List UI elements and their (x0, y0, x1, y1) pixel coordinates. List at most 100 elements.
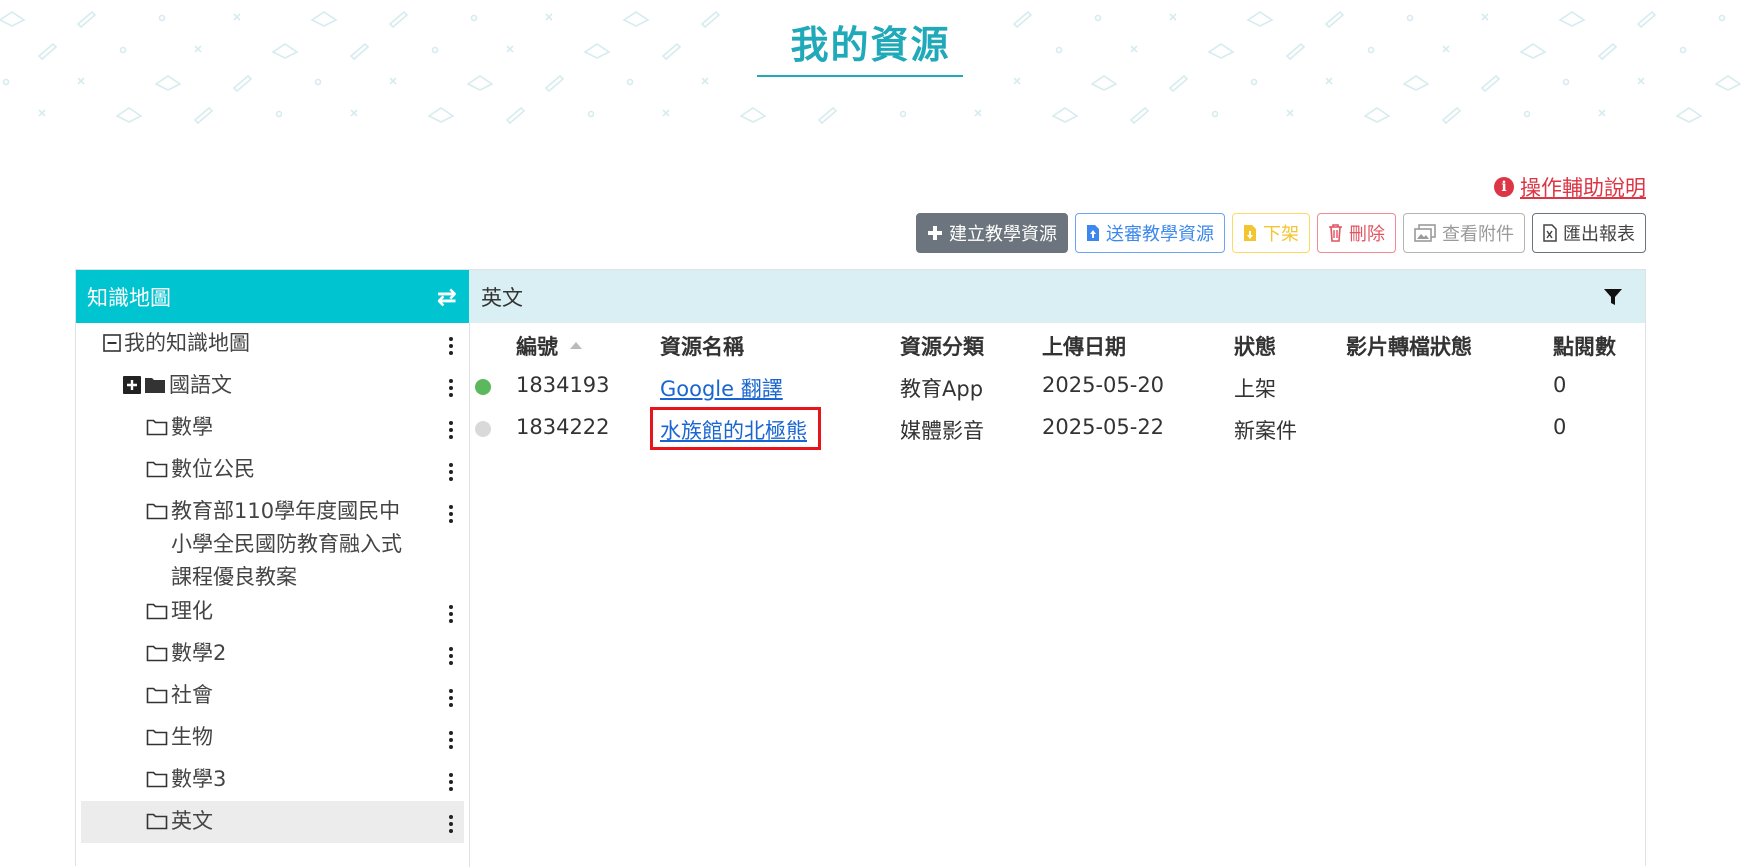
tree-item-physics-chemistry[interactable]: 理化 (81, 591, 464, 633)
column-header-video[interactable]: 影片轉檔狀態 (1346, 331, 1472, 361)
title-underline (757, 75, 963, 77)
tree-item-biology[interactable]: 生物 (81, 717, 464, 759)
submit-review-label: 送審教學資源 (1106, 224, 1214, 245)
create-resource-label: 建立教學資源 (949, 224, 1057, 245)
cell-views: 0 (1553, 415, 1567, 439)
tree-item-label: 英文 (171, 809, 213, 833)
collapse-icon[interactable] (103, 334, 121, 352)
cell-id: 1834222 (516, 415, 610, 439)
knowledge-map-header: 知識地圖 ⇄ (76, 270, 469, 323)
column-header-id-label: 編號 (516, 335, 558, 359)
status-dot (475, 421, 491, 437)
cell-status: 上架 (1234, 377, 1276, 401)
more-icon[interactable] (443, 501, 459, 527)
knowledge-map-title: 知識地圖 (87, 285, 171, 310)
cell-type: 媒體影音 (900, 419, 984, 443)
tree-item-label: 國語文 (169, 373, 232, 397)
resource-link[interactable]: Google 翻譯 (660, 373, 783, 403)
info-icon: i (1494, 177, 1514, 197)
folder-icon (146, 503, 168, 520)
more-icon[interactable] (443, 769, 459, 795)
tree-item-math3[interactable]: 數學3 (81, 759, 464, 801)
column-header-name[interactable]: 資源名稱 (660, 331, 744, 361)
cell-date: 2025-05-20 (1042, 373, 1165, 397)
filter-icon[interactable] (1603, 287, 1623, 307)
folder-icon (146, 603, 168, 620)
more-icon[interactable] (443, 601, 459, 627)
column-header-type[interactable]: 資源分類 (900, 331, 984, 361)
column-header-date[interactable]: 上傳日期 (1042, 331, 1126, 361)
tree-item-label: 社會 (171, 683, 213, 707)
more-icon[interactable] (443, 333, 459, 359)
tree-item-label: 數位公民 (171, 457, 255, 481)
cell-id: 1834193 (516, 373, 610, 397)
unpublish-label: 下架 (1263, 224, 1299, 245)
help-link-label: 操作輔助說明 (1520, 176, 1646, 200)
view-attachments-label: 查看附件 (1442, 224, 1514, 245)
tree-item-label-line1: 教育部110學年度國民中 (171, 499, 401, 523)
highlight-box (650, 407, 821, 450)
plus-icon (928, 226, 942, 240)
folder-icon (146, 771, 168, 788)
folder-filled-icon (145, 378, 165, 393)
tree-item-label: 生物 (171, 725, 213, 749)
folder-icon (146, 687, 168, 704)
folder-icon (146, 645, 168, 662)
more-icon[interactable] (443, 643, 459, 669)
export-report-label: 匯出報表 (1563, 224, 1635, 245)
resource-panel: 知識地圖 ⇄ 英文 我的知識地圖 國語文 數學 數位公民 教育部110學年度國民… (75, 269, 1646, 867)
delete-button[interactable]: 刪除 (1317, 213, 1396, 253)
file-upload-icon (1087, 225, 1099, 241)
tree-item-digital-citizen[interactable]: 數位公民 (81, 449, 464, 491)
more-icon[interactable] (443, 417, 459, 443)
column-header-views[interactable]: 點閱數 (1553, 331, 1616, 361)
tree-item-label: 數學3 (171, 767, 227, 791)
sort-up-icon (570, 342, 583, 349)
cell-type: 教育App (900, 377, 984, 401)
images-icon (1414, 224, 1436, 242)
current-category: 英文 (481, 285, 523, 310)
folder-icon (146, 419, 168, 436)
folder-icon (146, 813, 168, 830)
view-attachments-button[interactable]: 查看附件 (1403, 213, 1525, 253)
tree-item-math2[interactable]: 數學2 (81, 633, 464, 675)
more-icon[interactable] (443, 459, 459, 485)
tree-item-chinese[interactable]: 國語文 (81, 365, 464, 407)
create-resource-button[interactable]: 建立教學資源 (916, 213, 1068, 253)
unpublish-button[interactable]: 下架 (1232, 213, 1310, 253)
tree-item-label: 理化 (171, 599, 213, 623)
tree-item-label: 數學 (171, 415, 213, 439)
swap-icon[interactable]: ⇄ (437, 283, 457, 311)
tree-item-label: 數學2 (171, 641, 227, 665)
tree-item-my-map[interactable]: 我的知識地圖 (81, 323, 464, 365)
column-header-status[interactable]: 狀態 (1234, 331, 1276, 361)
help-link[interactable]: i 操作輔助說明 (1494, 172, 1646, 202)
folder-icon (146, 729, 168, 746)
tree-item-math[interactable]: 數學 (81, 407, 464, 449)
expand-icon[interactable] (123, 376, 141, 394)
category-header: 英文 (469, 270, 1645, 323)
toolbar: 建立教學資源 送審教學資源 下架 刪除 查看附件 匯出報表 (916, 213, 1646, 253)
submit-review-button[interactable]: 送審教學資源 (1075, 213, 1225, 253)
status-dot (475, 379, 491, 395)
tree-item-label-line3: 課程優良教案 (171, 565, 297, 589)
column-header-id[interactable]: 編號 (516, 331, 583, 361)
more-icon[interactable] (443, 685, 459, 711)
folder-icon (146, 461, 168, 478)
more-icon[interactable] (443, 727, 459, 753)
page-banner: 我的資源 (0, 0, 1741, 140)
tree-item-social[interactable]: 社會 (81, 675, 464, 717)
page-title: 我的資源 (790, 23, 951, 67)
cell-date: 2025-05-22 (1042, 415, 1165, 439)
file-download-icon (1244, 225, 1256, 241)
tree-item-english[interactable]: 英文 (81, 801, 464, 843)
more-icon[interactable] (443, 375, 459, 401)
tree-item-label-line2: 小學全民國防教育融入式 (171, 532, 402, 556)
tree-item-defense-education[interactable]: 教育部110學年度國民中 小學全民國防教育融入式 課程優良教案 (81, 491, 464, 591)
delete-label: 刪除 (1349, 224, 1385, 245)
trash-icon (1329, 224, 1342, 242)
export-report-button[interactable]: 匯出報表 (1532, 213, 1646, 253)
more-icon[interactable] (443, 811, 459, 837)
tree-item-label: 我的知識地圖 (124, 331, 250, 355)
cell-views: 0 (1553, 373, 1567, 397)
